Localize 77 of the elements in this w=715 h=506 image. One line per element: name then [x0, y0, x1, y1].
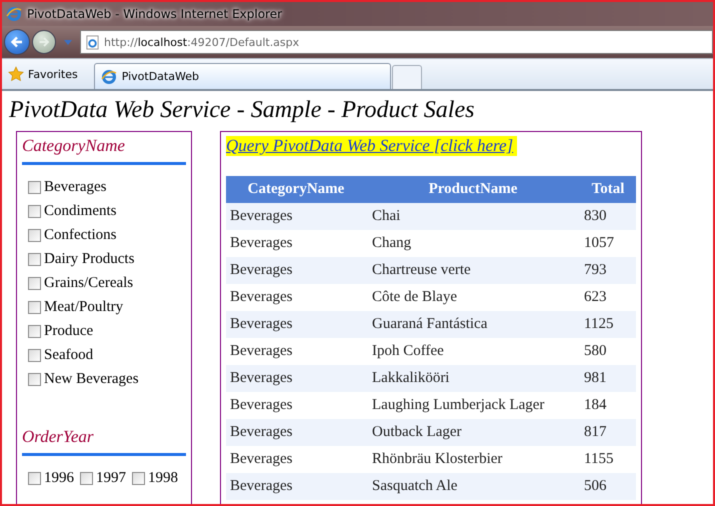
checkbox-label: Condiments — [44, 202, 117, 220]
table-cell: Beverages — [226, 338, 366, 365]
browser-logo-icon — [100, 68, 117, 84]
checkbox[interactable] — [28, 348, 41, 362]
table-cell: 623 — [580, 284, 636, 311]
checkbox-label: Dairy Products — [44, 250, 134, 268]
table-cell: Beverages — [226, 203, 366, 230]
table-cell: Chang — [366, 230, 580, 257]
table-cell: Beverages — [226, 365, 366, 392]
window-title: PivotDataWeb - Windows Internet Explorer — [27, 7, 282, 21]
table-cell: 830 — [580, 203, 636, 230]
column-header: ProductName — [366, 176, 580, 203]
checkbox-label: 1997 — [96, 470, 126, 486]
page-icon — [85, 34, 100, 50]
table-cell: Chartreuse verte — [366, 257, 580, 284]
table-cell: 817 — [580, 419, 636, 446]
table-cell: Beverages — [226, 257, 366, 284]
checkbox[interactable] — [28, 276, 41, 290]
forward-arrow-icon — [37, 35, 51, 49]
table-cell: 580 — [580, 338, 636, 365]
table-cell: Laughing Lumberjack Lager — [366, 392, 580, 419]
checkbox-label: 1998 — [148, 470, 178, 486]
checkbox-label: New Beverages — [44, 370, 139, 388]
new-tab-button[interactable] — [392, 65, 422, 89]
checkbox[interactable] — [28, 204, 41, 218]
checkbox[interactable] — [28, 300, 41, 314]
table-cell: Lakkalikööri — [366, 365, 580, 392]
checkbox[interactable] — [28, 180, 41, 194]
checkbox[interactable] — [132, 472, 145, 484]
table-cell: Côte de Blaye — [366, 284, 580, 311]
checkbox-label: Produce — [44, 322, 94, 340]
address-field[interactable]: http://localhost:49207/Default.aspx — [80, 30, 713, 54]
table-cell: Outback Lager — [366, 419, 580, 446]
star-icon — [8, 66, 24, 82]
checkbox[interactable] — [28, 472, 41, 484]
table-cell: 1057 — [580, 230, 636, 257]
table-cell: Beverages — [226, 446, 366, 473]
table-cell: Beverages — [226, 419, 366, 446]
table-cell: Beverages — [226, 284, 366, 311]
checkbox[interactable] — [28, 228, 41, 242]
table-cell: Beverages — [226, 473, 366, 500]
table-cell: 506 — [580, 473, 636, 500]
checkbox-label: Grains/Cereals — [44, 274, 134, 292]
query-link[interactable]: Query PivotData Web Service [click here] — [226, 136, 518, 156]
checkbox[interactable] — [28, 252, 41, 266]
table-cell: 981 — [580, 365, 636, 392]
table-cell: 184 — [580, 392, 636, 419]
table-cell: Rhönbräu Klosterbier — [366, 446, 580, 473]
table-cell: Ipoh Coffee — [366, 338, 580, 365]
forward-button[interactable] — [32, 30, 56, 54]
checkbox[interactable] — [80, 472, 93, 484]
table-cell: Guaraná Fantástica — [366, 311, 580, 338]
checkbox[interactable] — [28, 324, 41, 338]
table-cell: Chai — [366, 203, 580, 230]
checkbox-label: Beverages — [44, 178, 106, 196]
table-cell: Beverages — [226, 230, 366, 257]
table-cell: Beverages — [226, 392, 366, 419]
checkbox-label: Confections — [44, 226, 116, 244]
column-header: CategoryName — [226, 176, 366, 203]
checkbox-label: Seafood — [44, 346, 94, 364]
page-heading: PivotData Web Service - Sample - Product Sales — [9, 96, 476, 125]
checkbox-label: Meat/Poultry — [44, 298, 124, 316]
table-cell: 1125 — [580, 311, 636, 338]
table-cell: 793 — [580, 257, 636, 284]
column-header: Total — [580, 176, 636, 203]
back-arrow-icon — [9, 34, 25, 50]
filter-title: CategoryName — [22, 132, 186, 165]
back-button[interactable] — [4, 29, 30, 55]
filter-title: OrderYear — [22, 423, 186, 456]
table-cell: Beverages — [226, 311, 366, 338]
table-cell: Sasquatch Ale — [366, 473, 580, 500]
favorites-button[interactable]: Favorites — [2, 60, 86, 88]
browser-logo-icon — [6, 6, 22, 22]
browser-tab[interactable]: PivotDataWeb — [94, 63, 391, 89]
checkbox[interactable] — [28, 372, 41, 386]
checkbox-label: 1996 — [44, 470, 74, 486]
table-cell: 1155 — [580, 446, 636, 473]
